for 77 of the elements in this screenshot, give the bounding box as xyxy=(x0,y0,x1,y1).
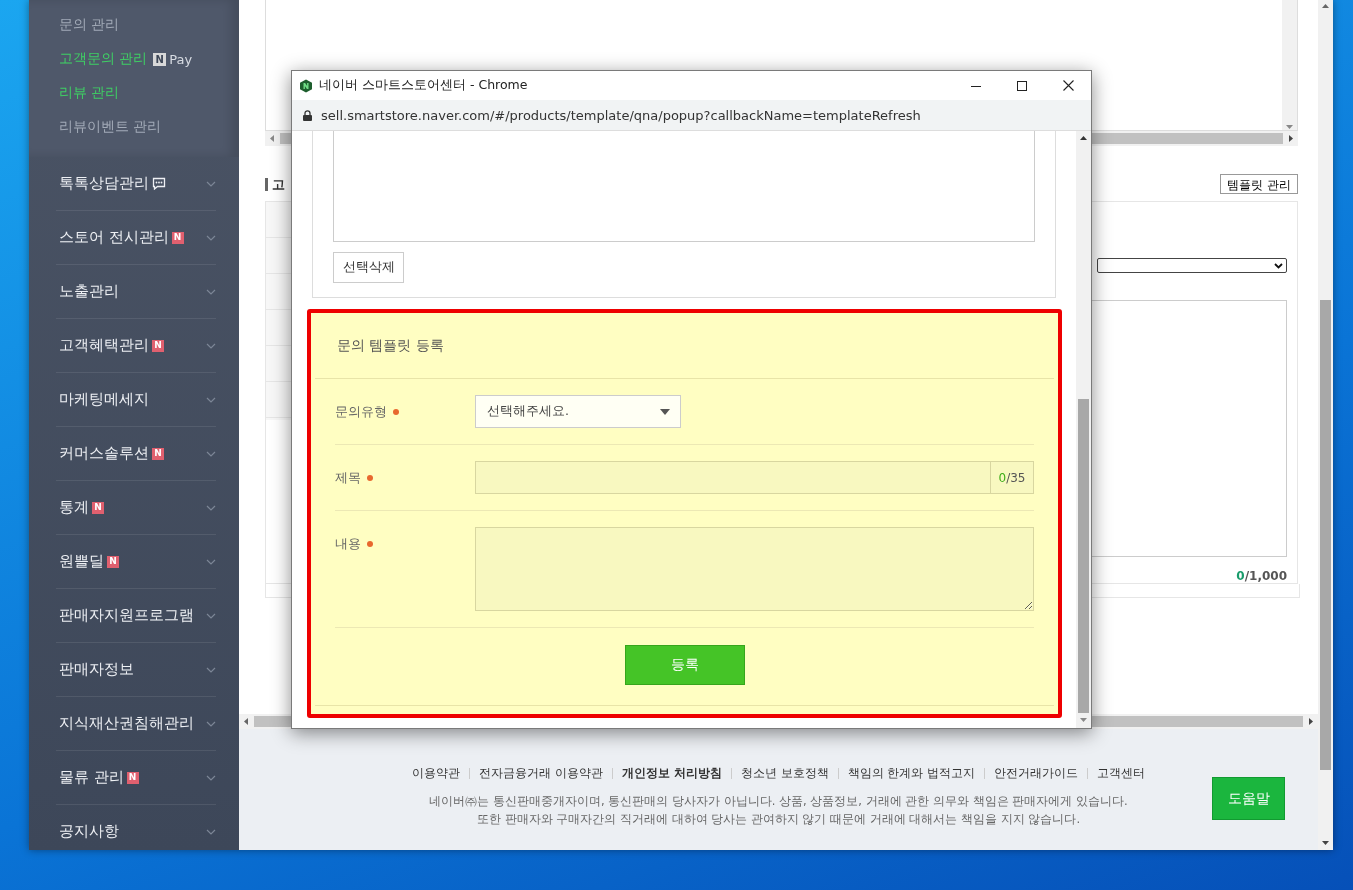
menu-item[interactable]: 마케팅메세지 xyxy=(59,390,149,409)
scroll-left-arrow-icon[interactable] xyxy=(243,718,248,725)
menu-item[interactable]: 공지사항 xyxy=(59,822,119,841)
chevron-down-icon[interactable] xyxy=(206,558,216,565)
menu-item[interactable]: 통계 xyxy=(59,498,89,517)
field-label: 문의유형 xyxy=(335,403,387,421)
chevron-down-icon[interactable] xyxy=(206,180,216,187)
chevron-down-icon[interactable] xyxy=(206,504,216,511)
menu-item[interactable]: 톡톡상담관리 xyxy=(59,174,149,193)
menu-item[interactable]: 지식재산권침해관리 xyxy=(59,714,194,733)
menu-item[interactable]: 고객혜택관리 xyxy=(59,336,149,355)
chevron-down-icon[interactable] xyxy=(206,288,216,295)
template-manage-button[interactable]: 템플릿 관리 xyxy=(1220,174,1298,194)
menu-item[interactable]: 노출관리 xyxy=(59,282,119,301)
scrollbar[interactable] xyxy=(1282,0,1297,130)
chat-icon xyxy=(152,177,166,190)
menu-item[interactable]: 판매자지원프로그램 xyxy=(59,606,194,625)
delete-selected-button[interactable]: 선택삭제 xyxy=(333,252,404,283)
content-field[interactable] xyxy=(475,527,1034,611)
caret-icon xyxy=(660,408,670,415)
menu-item[interactable]: 원쁠딜 xyxy=(59,552,104,571)
lock-icon xyxy=(303,109,312,121)
scroll-up-arrow-icon[interactable] xyxy=(1080,136,1087,141)
chevron-down-icon[interactable] xyxy=(206,720,216,727)
footer-link[interactable]: 청소년 보호정책 xyxy=(730,768,838,779)
scroll-right-arrow-icon[interactable] xyxy=(1309,718,1314,725)
window-title: 네이버 스마트스토어센터 - Chrome xyxy=(319,77,529,94)
chevron-down-icon[interactable] xyxy=(206,342,216,349)
footer-link[interactable]: 개인정보 처리방침 xyxy=(611,768,731,779)
new-badge: N xyxy=(107,555,119,568)
category-select[interactable]: 선택해주세요. xyxy=(475,395,681,428)
chevron-down-icon[interactable] xyxy=(206,234,216,241)
chevron-down-icon xyxy=(1274,262,1283,269)
menu-item[interactable]: 판매자정보 xyxy=(59,660,134,679)
menu-item[interactable]: 커머스솔루션 xyxy=(59,444,149,463)
footer-notice: 또한 판매자와 구매자간의 직거래에 대하여 당사는 관여하지 않기 때문에 거래에 대해서는 책임을 지지 않습니다. xyxy=(476,812,1081,826)
chevron-down-icon[interactable] xyxy=(206,396,216,403)
new-badge: N xyxy=(152,339,164,352)
close-icon[interactable] xyxy=(1062,80,1074,91)
footer-link[interactable]: 책임의 한계와 법적고지 xyxy=(837,768,985,779)
scrollbar-thumb[interactable] xyxy=(1078,399,1089,713)
chevron-down-icon[interactable] xyxy=(206,666,216,673)
scroll-left-arrow-icon[interactable] xyxy=(269,135,274,142)
submenu-item[interactable]: 고객문의 관리 xyxy=(59,50,148,68)
maximize-icon[interactable] xyxy=(1017,80,1027,91)
new-badge: N xyxy=(152,447,164,460)
footer-notice: 네이버㈜는 통신판매중개자이며, 통신판매의 당사자가 아닙니다. 상품, 상품정보, 거래에 관한 의무와 책임은 판매자에게 있습니다. xyxy=(429,794,1128,808)
menu-item[interactable]: 물류 관리 xyxy=(59,768,124,787)
footer-link[interactable]: 이용약관 xyxy=(402,768,469,779)
field-label: 내용 xyxy=(335,535,361,553)
url-text: sell.smartstore.naver.com/#/products/template/qna/popup?callbackName=templateRefresh xyxy=(321,107,921,123)
form-title: 문의 템플릿 등록 xyxy=(337,336,444,355)
footer-link[interactable]: 전자금융거래 이용약관 xyxy=(468,768,612,779)
submenu-item[interactable]: 리뷰 관리 xyxy=(59,84,120,102)
chevron-down-icon[interactable] xyxy=(206,450,216,457)
new-badge: N xyxy=(126,771,139,784)
character-counter: 0/1,000 xyxy=(1236,569,1287,583)
footer-link[interactable]: 고객센터 xyxy=(1087,768,1155,779)
title-field[interactable] xyxy=(475,461,990,494)
new-badge: N xyxy=(92,501,104,514)
site-favicon-icon xyxy=(299,78,313,93)
scroll-down-arrow-icon[interactable] xyxy=(1322,841,1329,846)
chevron-down-icon[interactable] xyxy=(206,612,216,619)
dropdown-select[interactable] xyxy=(1097,258,1287,273)
footer-link[interactable]: 안전거래가이드 xyxy=(984,768,1088,779)
field-label: 제목 xyxy=(335,469,361,487)
scrollbar[interactable] xyxy=(1076,131,1091,728)
new-badge: N xyxy=(171,231,184,244)
chevron-down-icon[interactable] xyxy=(206,828,216,835)
section-title: 고 xyxy=(265,177,285,191)
scrollbar-thumb[interactable] xyxy=(1320,300,1331,770)
scroll-right-arrow-icon[interactable] xyxy=(1289,135,1294,142)
scroll-up-arrow-icon[interactable] xyxy=(1322,4,1329,9)
character-counter: 0/35 xyxy=(990,461,1034,494)
npay-logo: N Pay xyxy=(153,51,193,67)
menu-item[interactable]: 스토어 전시관리 xyxy=(59,228,169,247)
chevron-down-icon[interactable] xyxy=(206,774,216,781)
